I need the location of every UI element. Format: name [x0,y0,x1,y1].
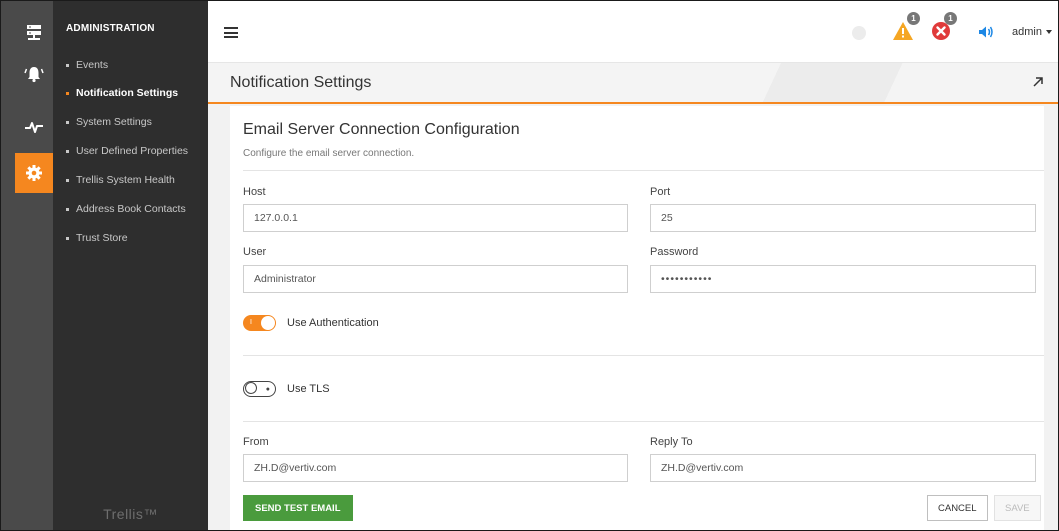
toggle-knob [261,316,275,330]
rail-alarms-button[interactable] [15,54,53,94]
bullet-icon [66,236,69,240]
speaker-icon[interactable] [978,25,994,42]
from-field[interactable] [243,454,628,482]
sidebar-item-system-settings[interactable]: System Settings [66,116,152,128]
sidebar-item-address-book-contacts[interactable]: Address Book Contacts [66,203,186,215]
divider [243,355,1044,356]
host-field[interactable] [243,204,628,232]
error-count-badge: 1 [944,12,957,25]
sidebar-item-label: Address Book Contacts [76,203,186,215]
section-title: Email Server Connection Configuration [243,121,520,138]
info-icon[interactable] [852,26,866,43]
sidebar-item-label: Trellis System Health [76,174,175,186]
gear-icon [25,164,43,182]
toggle-on-mark: I [250,319,252,326]
bullet-icon [66,63,69,67]
warning-count-badge: 1 [907,12,920,25]
reply-to-label: Reply To [650,436,693,448]
rail-health-button[interactable] [15,107,53,147]
email-config-card: Email Server Connection Configuration Co… [230,106,1044,530]
sidebar-item-label: Trust Store [76,232,128,244]
sidebar-item-label: Events [76,59,109,71]
page-header: Notification Settings [208,63,1058,104]
sidebar-nav: ADMINISTRATION Events Notification Setti… [53,1,208,530]
sidebar-item-trellis-system-health[interactable]: Trellis System Health [66,174,175,186]
error-icon [931,22,951,44]
bullet-icon [66,207,69,211]
main-content: Notification Settings Email Server Conne… [208,63,1058,530]
bullet-icon [66,149,69,153]
page-title: Notification Settings [230,74,372,91]
toggle-knob [245,382,257,394]
use-authentication-label: Use Authentication [287,317,379,329]
sidebar-item-events[interactable]: Events [66,59,108,71]
host-label: Host [243,186,266,198]
port-field[interactable] [650,204,1036,232]
user-menu[interactable]: admin [1012,26,1052,38]
section-subtitle: Configure the email server connection. [243,148,415,159]
password-field[interactable] [650,265,1036,293]
bullet-icon [66,120,69,124]
sidebar-heading: ADMINISTRATION [66,23,155,34]
send-test-email-button[interactable]: SEND TEST EMAIL [243,495,353,521]
warning-icon [892,22,914,44]
app-window: ADMINISTRATION Events Notification Setti… [0,0,1059,531]
alarm-bell-icon [24,65,44,83]
icon-rail [1,1,53,530]
reply-to-field[interactable] [650,454,1036,482]
top-bar: 1 1 admin [208,1,1058,63]
use-tls-label: Use TLS [287,383,330,395]
sidebar-item-label: System Settings [76,116,152,128]
use-authentication-toggle[interactable]: I [243,315,276,331]
toggle-off-mark: ● [265,386,270,393]
cancel-button[interactable]: CANCEL [927,495,988,521]
use-tls-toggle[interactable]: ● [243,381,276,397]
from-label: From [243,436,269,448]
sidebar-item-label: Notification Settings [76,87,179,99]
server-icon [26,24,42,42]
expand-icon[interactable] [1032,76,1044,91]
pulse-icon [24,120,44,134]
rail-settings-button[interactable] [15,153,53,193]
sidebar-item-notification-settings[interactable]: Notification Settings [66,87,178,99]
password-label: Password [650,246,699,258]
sidebar-item-user-defined-properties[interactable]: User Defined Properties [66,145,188,157]
error-alarm-button[interactable]: 1 [931,12,957,44]
sidebar-item-trust-store[interactable]: Trust Store [66,232,128,244]
chevron-down-icon [1046,30,1052,34]
sidebar-item-label: User Defined Properties [76,145,189,157]
bullet-icon [66,91,69,95]
user-field[interactable] [243,265,628,293]
port-label: Port [650,186,671,198]
bullet-icon [66,178,69,182]
hamburger-menu-icon[interactable] [224,27,238,38]
user-name: admin [1012,26,1042,38]
brand-logo: Trellis™ [103,506,158,522]
user-label: User [243,246,267,258]
rail-server-button[interactable] [15,13,53,53]
warning-alarm-button[interactable]: 1 [892,12,920,44]
divider [243,170,1044,171]
divider [243,421,1044,422]
save-button[interactable]: SAVE [994,495,1041,521]
